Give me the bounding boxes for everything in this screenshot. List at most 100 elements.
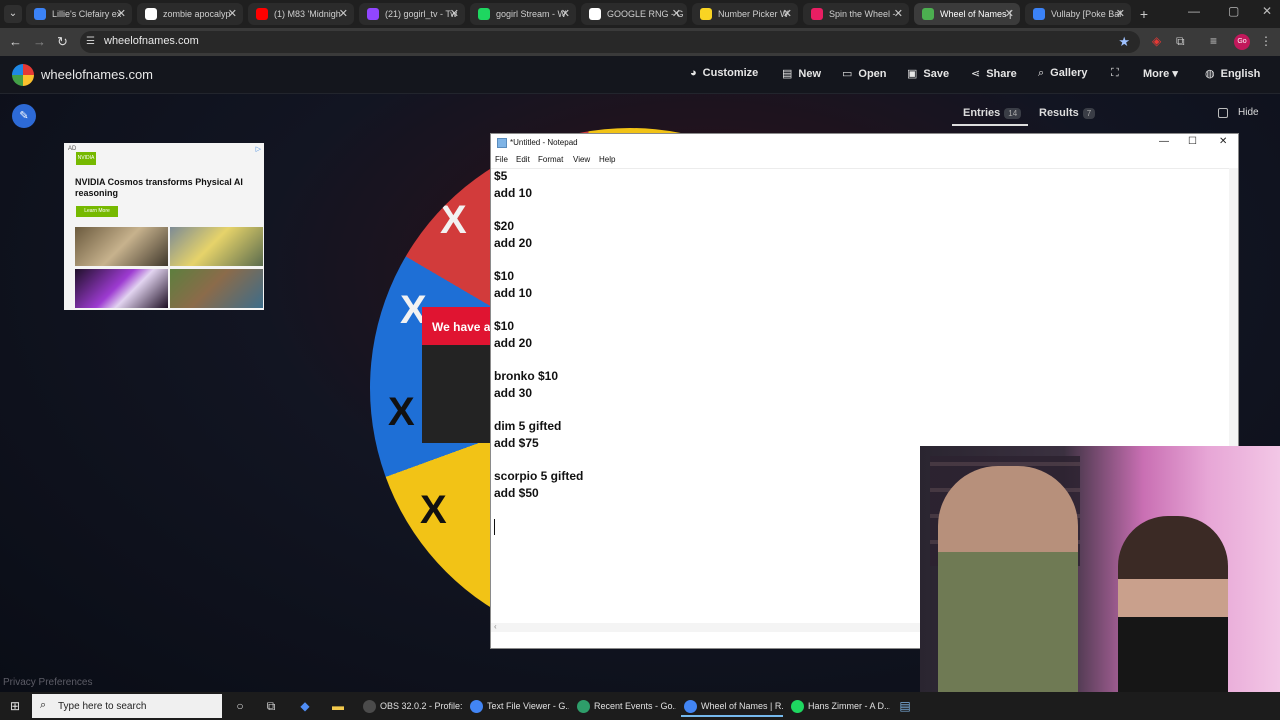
ad-image — [75, 227, 168, 266]
notepad-taskbar-icon[interactable]: ▤ — [897, 698, 913, 714]
file-explorer-icon[interactable]: ▬ — [330, 698, 346, 714]
extension-icon[interactable]: ◈ — [1152, 34, 1161, 48]
minimize-icon[interactable]: — — [1188, 4, 1200, 18]
taskbar-app-obs[interactable]: OBS 32.0.2 - Profile:... — [360, 696, 462, 717]
close-window-icon[interactable]: ✕ — [1262, 4, 1272, 18]
menu-format[interactable]: Format — [538, 155, 563, 164]
windows-start-icon[interactable]: ⊞ — [10, 699, 20, 713]
browser-tab[interactable]: Spin the Wheel - ✕ — [803, 3, 909, 25]
more-button[interactable]: More ▾ — [1143, 67, 1178, 80]
tab-close-icon[interactable]: ✕ — [450, 3, 459, 25]
tab-favicon-icon — [922, 8, 934, 20]
bookmark-star-icon[interactable]: ★ — [1118, 34, 1130, 50]
forward-icon[interactable]: → — [33, 34, 46, 50]
fullscreen-button[interactable]: ⛶ — [1111, 67, 1125, 80]
text-line: add 20 — [494, 336, 533, 350]
tab-close-icon[interactable]: ✕ — [894, 3, 903, 25]
maximize-icon[interactable]: ▢ — [1228, 4, 1239, 18]
extensions-puzzle-icon[interactable]: ⧉ — [1176, 34, 1185, 49]
profile-avatar[interactable]: Go — [1234, 34, 1250, 50]
tab-close-icon[interactable]: ✕ — [672, 3, 681, 25]
customize-button[interactable]: ◕ Customize — [690, 67, 758, 79]
notepad-title-bar[interactable]: *Untitled - Notepad — ☐ ✕ — [491, 134, 1238, 152]
browser-tab[interactable]: (1) M83 'Midnigh ✕ — [248, 3, 354, 25]
gallery-button[interactable]: ⌕ Gallery — [1038, 67, 1087, 80]
taskbar-app-chrome[interactable]: Text File Viewer - G... — [467, 696, 569, 717]
text-line: dim 5 gifted — [494, 419, 562, 433]
browser-tab[interactable]: gogirl Stream - W ✕ — [470, 3, 576, 25]
edit-pencil-icon[interactable]: ✎ — [12, 104, 36, 128]
menu-view[interactable]: View — [573, 155, 590, 164]
cam-person — [938, 466, 1078, 720]
minimize-icon[interactable]: — — [1159, 136, 1169, 147]
save-button[interactable]: ▣ Save — [907, 67, 949, 80]
tab-favicon-icon — [367, 8, 379, 20]
browser-tab[interactable]: Number Picker W ✕ — [692, 3, 798, 25]
folder-icon: ▭ — [842, 68, 853, 80]
reload-icon[interactable]: ↻ — [57, 34, 68, 50]
close-icon[interactable]: ✕ — [1219, 136, 1227, 147]
tab-close-icon[interactable]: ✕ — [339, 3, 348, 25]
taskbar-search-box[interactable]: ⌕ Type here to search — [32, 694, 222, 718]
cortana-icon[interactable]: ○ — [232, 698, 248, 714]
site-logo-icon[interactable] — [12, 64, 34, 86]
taskbar-app-recent-events[interactable]: Recent Events - Go... — [574, 696, 676, 717]
browser-toolbar: ← → ↻ ☰ wheelofnames.com ★ ◈ ⧉ ≡ ⋮ — [0, 28, 1280, 56]
maximize-icon[interactable]: ☐ — [1188, 136, 1197, 147]
taskbar-app-spotify[interactable]: Hans Zimmer - A D... — [788, 696, 890, 717]
browser-tab[interactable]: (21) gogirl_tv - Tw ✕ — [359, 3, 465, 25]
tab-close-icon[interactable]: ✕ — [561, 3, 570, 25]
tab-favicon-icon — [145, 8, 157, 20]
site-logo-text[interactable]: wheelofnames.com — [41, 67, 153, 82]
winner-dialog-title: We have a — [432, 320, 491, 334]
text-line: add 10 — [494, 186, 533, 200]
ad-headline: NVIDIA Cosmos transforms Physical AI rea… — [75, 177, 243, 198]
menu-file[interactable]: File — [495, 155, 508, 164]
tab-close-icon[interactable]: ✕ — [1005, 3, 1014, 25]
site-header: wheelofnames.com ◕ Customize ▤ New ▭ Open ▣… — [0, 56, 1280, 94]
text-line: $10 — [494, 319, 515, 333]
text-caret — [494, 519, 495, 535]
browser-tab[interactable]: Lillie's Clefairy ex ✕ — [26, 3, 132, 25]
browser-tab[interactable]: GOOGLE RNG - G ✕ — [581, 3, 687, 25]
browser-tab-active[interactable]: Wheel of Names | ✕ — [914, 3, 1020, 25]
notepad-title: *Untitled - Notepad — [510, 138, 578, 147]
chrome-icon — [684, 700, 697, 713]
scroll-left-icon[interactable]: ‹ — [494, 622, 497, 631]
new-tab-icon[interactable]: + — [1135, 5, 1153, 23]
language-button[interactable]: ◍ English — [1205, 67, 1260, 80]
advertisement[interactable]: AD ▷ NVIDIA NVIDIA Cosmos transforms Phy… — [64, 143, 264, 310]
text-line: $10 — [494, 269, 515, 283]
tab-title: gogirl Stream - W — [496, 9, 567, 19]
hide-label: Hide — [1238, 107, 1259, 118]
taskbar-app-wheel-of-names[interactable]: Wheel of Names | R... — [681, 696, 783, 717]
task-view-icon[interactable]: ⧉ — [263, 698, 279, 714]
tab-close-icon[interactable]: ✕ — [1116, 3, 1125, 25]
open-button[interactable]: ▭ Open — [842, 67, 887, 80]
privacy-preferences-link[interactable]: Privacy Preferences — [3, 677, 92, 688]
tab-close-icon[interactable]: ✕ — [117, 3, 126, 25]
menu-help[interactable]: Help — [599, 155, 615, 164]
nvidia-logo: NVIDIA — [76, 152, 96, 165]
menu-dots-icon[interactable]: ⋮ — [1260, 34, 1272, 48]
text-line: add $50 — [494, 486, 539, 500]
text-line: add 30 — [494, 386, 533, 400]
tab-results[interactable]: Results 7 — [1039, 107, 1096, 119]
menu-edit[interactable]: Edit — [516, 155, 530, 164]
hide-checkbox[interactable] — [1218, 108, 1228, 118]
copilot-icon[interactable]: ◆ — [297, 698, 313, 714]
site-info-icon[interactable]: ☰ — [86, 36, 98, 48]
media-control-icon[interactable]: ≡ — [1210, 34, 1217, 48]
new-button[interactable]: ▤ New — [782, 67, 821, 80]
share-button[interactable]: ⋖ Share — [971, 67, 1017, 80]
tab-search-icon[interactable]: ⌄ — [4, 5, 22, 23]
tab-close-icon[interactable]: ✕ — [228, 3, 237, 25]
tab-entries[interactable]: Entries 14 — [963, 107, 1022, 119]
ad-learn-more-button[interactable]: Learn More — [76, 206, 118, 217]
ad-choices-icon[interactable]: ▷ — [256, 145, 261, 153]
back-icon[interactable]: ← — [9, 34, 22, 50]
browser-tab[interactable]: Vullaby [Poke Bal ✕ — [1025, 3, 1131, 25]
tab-close-icon[interactable]: ✕ — [783, 3, 792, 25]
address-bar[interactable]: ☰ wheelofnames.com ★ — [80, 31, 1140, 53]
browser-tab[interactable]: zombie apocalyp ✕ — [137, 3, 243, 25]
